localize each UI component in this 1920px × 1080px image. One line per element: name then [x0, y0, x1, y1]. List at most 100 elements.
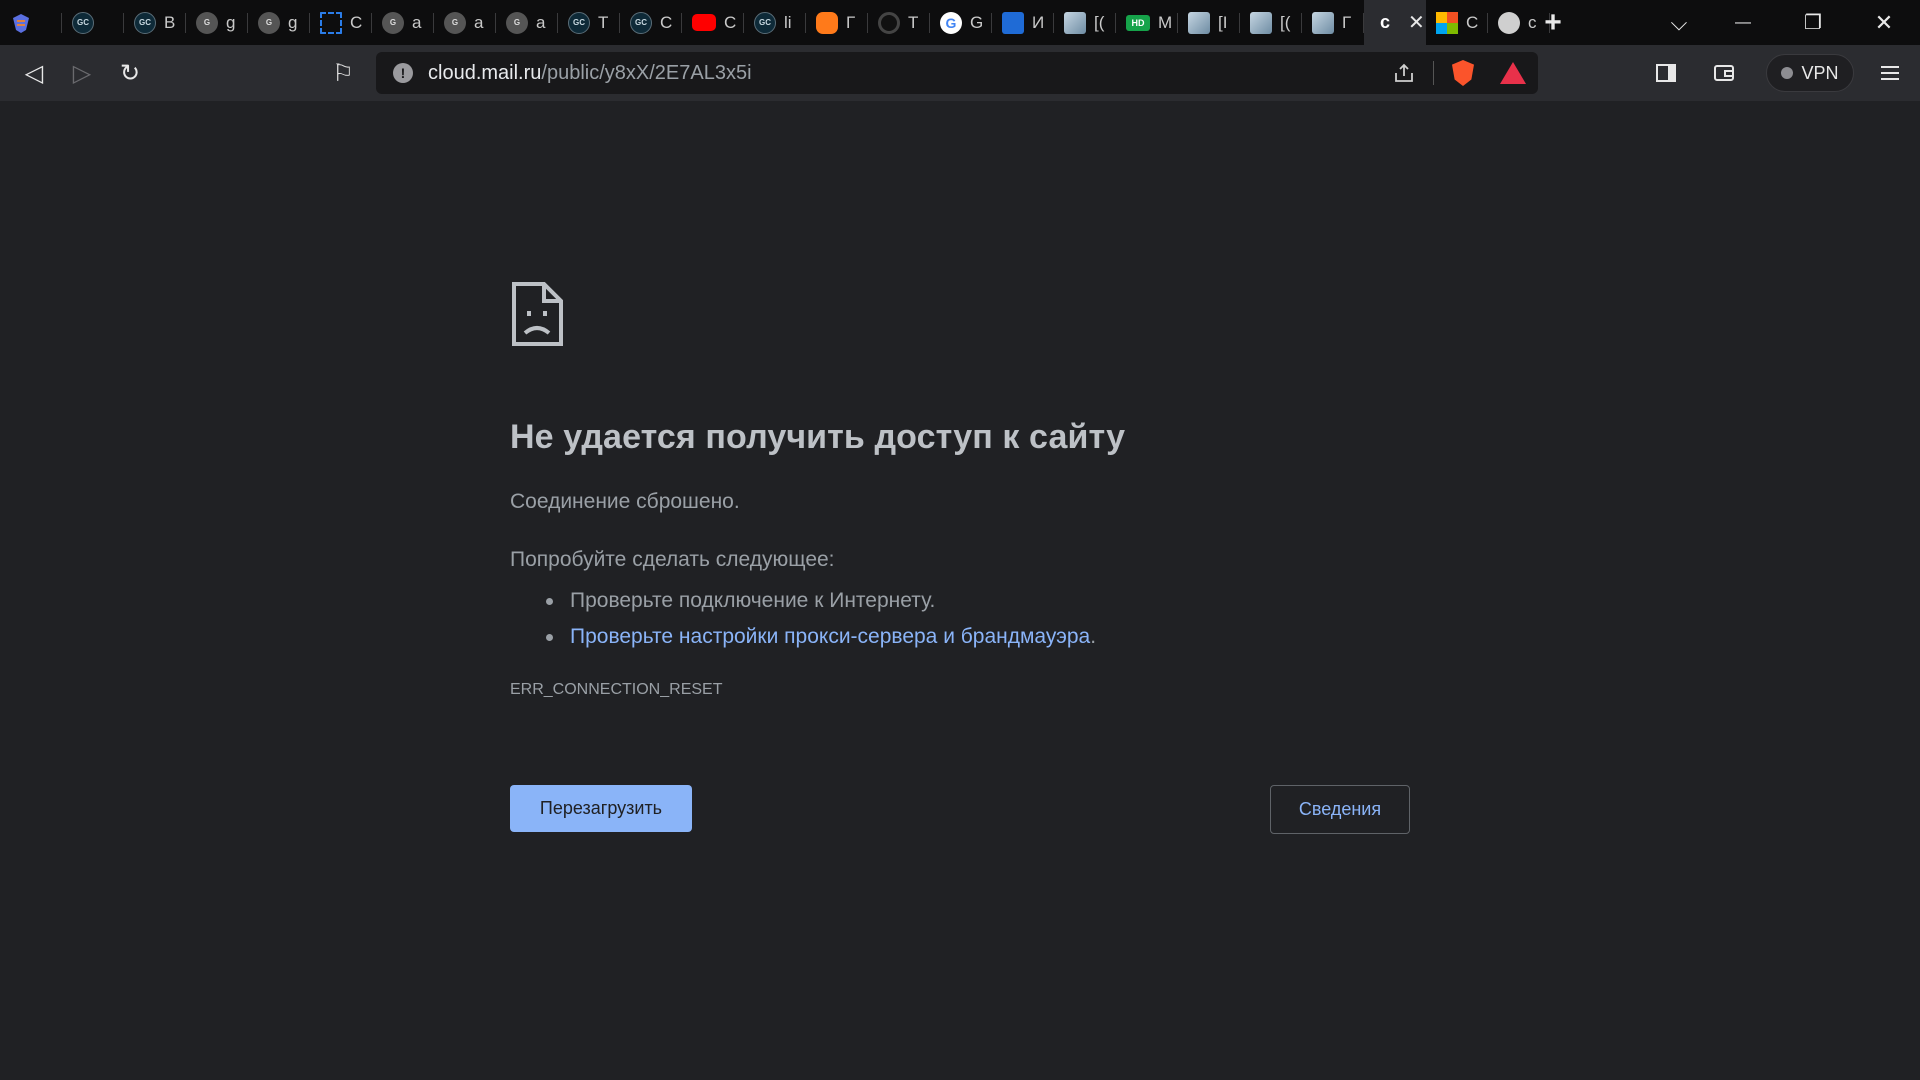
gc-icon: G [382, 11, 404, 34]
browser-tab[interactable]: GC li [744, 0, 806, 45]
tab-title: [( [1280, 12, 1291, 32]
gc-icon: GC [630, 11, 652, 34]
brave-shields-icon[interactable] [1438, 60, 1488, 86]
restore-button[interactable]: ❐ [1778, 0, 1848, 45]
browser-tab[interactable]: C [682, 0, 744, 45]
share-icon[interactable] [1379, 62, 1429, 84]
tab-search-button[interactable]: ⌵ [1650, 0, 1708, 45]
bookmark-button[interactable]: ⚐ [319, 49, 367, 97]
tab-title: g [288, 12, 298, 32]
hd-icon: HD [1126, 14, 1150, 31]
proxy-settings-link[interactable]: Проверьте настройки прокси-сервера и бра… [570, 625, 1090, 648]
gc-icon: GC [72, 11, 94, 34]
microsoft-icon [1436, 11, 1458, 34]
window-controls: ⌵ — ❐ ✕ [1650, 0, 1920, 45]
browser-tab[interactable]: T [868, 0, 930, 45]
suggestion-period: . [1090, 625, 1097, 648]
browser-tab[interactable]: Г [1302, 0, 1364, 45]
reload-button[interactable]: ↻ [106, 49, 154, 97]
browser-tab[interactable]: Ga [372, 0, 434, 45]
browser-tab[interactable]: [( [1240, 0, 1302, 45]
url-text[interactable]: cloud.mail.ru/public/y8xX/2E7AL3x5i [428, 62, 752, 85]
photo-icon [1064, 11, 1086, 34]
browser-tab[interactable]: HD M [1116, 0, 1178, 45]
vpn-status-icon [1781, 67, 1794, 79]
tab-strip-controls: + [1528, 0, 1578, 45]
browser-tab[interactable]: Ga [434, 0, 496, 45]
tab-title: a [536, 12, 546, 32]
new-tab-button[interactable]: + [1528, 0, 1578, 45]
tab-title: a [412, 12, 422, 32]
address-bar-divider [1433, 61, 1434, 85]
tab-title: Г [1342, 12, 1352, 32]
error-subtitle: Соединение сброшено. [510, 490, 740, 513]
browser-tab[interactable] [0, 0, 62, 45]
page-icon: c [1379, 12, 1390, 32]
youtube-icon [692, 14, 716, 31]
browser-tab[interactable]: GC B [124, 0, 186, 45]
brave-rewards-icon[interactable] [1488, 62, 1538, 84]
reload-page-button[interactable]: Перезагрузить [510, 785, 692, 832]
wallet-icon[interactable] [1700, 49, 1748, 97]
browser-tab[interactable]: GC T [558, 0, 620, 45]
browser-tab[interactable]: [( [1054, 0, 1116, 45]
toolbar-right-tools: VPN [1642, 45, 1920, 101]
browser-tab[interactable]: GG [930, 0, 992, 45]
sad-file-icon [512, 282, 563, 346]
suggestion-check-connection: Проверьте подключение к Интернету. [546, 583, 1096, 619]
minimize-button[interactable]: — [1708, 0, 1778, 45]
gc-icon: GC [568, 11, 590, 34]
browser-tab[interactable]: Gg [248, 0, 310, 45]
tab-title: G [970, 12, 984, 32]
gc-icon: GC [134, 11, 156, 34]
forward-button[interactable]: ▷ [58, 49, 106, 97]
tab-title: [I [1218, 12, 1228, 32]
selection-icon [320, 11, 342, 34]
photo-icon [1250, 11, 1272, 34]
vpn-button[interactable]: VPN [1766, 54, 1854, 92]
suggestion-text: Проверьте подключение к Интернету. [570, 589, 936, 612]
tab-title: g [226, 12, 236, 32]
sidebar-toggle-icon[interactable] [1642, 49, 1690, 97]
tab-title: C [724, 12, 737, 32]
tab-title: C [660, 12, 673, 32]
browser-tab[interactable]: GC C [620, 0, 682, 45]
tab-title: C [1466, 12, 1479, 32]
gc-icon: G [196, 11, 218, 34]
photo-icon [1188, 11, 1210, 34]
tab-title: [( [1094, 12, 1105, 32]
vpn-label: VPN [1801, 62, 1839, 83]
error-page: Не удается получить доступ к сайту Соеди… [0, 101, 1920, 1080]
gc-icon: GC [754, 11, 776, 34]
details-button[interactable]: Сведения [1270, 785, 1410, 834]
globe-icon [1498, 11, 1520, 34]
site-info-icon[interactable]: ! [393, 63, 413, 83]
gc-icon: G [506, 11, 528, 34]
tab-title: M [1158, 12, 1172, 32]
tab-title: C [350, 12, 363, 32]
browser-tab[interactable]: C [310, 0, 372, 45]
browser-tab[interactable]: GC [62, 0, 124, 45]
google-icon: G [940, 11, 962, 34]
browser-tab[interactable]: Ga [496, 0, 558, 45]
brave-logo-icon [10, 12, 32, 34]
browser-tab[interactable]: [I [1178, 0, 1240, 45]
tab-title: a [474, 12, 484, 32]
orange-app-icon [816, 11, 838, 34]
browser-chrome: GC GC B Gg Gg C Ga Ga Ga GC T GC C C GC li Г T G G И[(HD M [I[… [0, 0, 1920, 101]
close-window-button[interactable]: ✕ [1848, 0, 1920, 45]
browser-tab[interactable]: Г [806, 0, 868, 45]
suggestions-list: Проверьте подключение к Интернету. Прове… [546, 583, 1096, 655]
browser-tab[interactable]: C [1426, 0, 1488, 45]
close-tab-icon[interactable]: ✕ [1408, 10, 1425, 35]
menu-icon[interactable] [1866, 49, 1914, 97]
url-path: /public/y8xX/2E7AL3x5i [541, 61, 752, 84]
browser-tab[interactable]: И [992, 0, 1054, 45]
back-button[interactable]: ◁ [10, 49, 58, 97]
browser-tab[interactable]: Gg [186, 0, 248, 45]
ring-icon [878, 11, 900, 34]
address-bar[interactable]: ! cloud.mail.ru/public/y8xX/2E7AL3x5i [376, 52, 1538, 94]
browser-tab[interactable]: c ✕ [1364, 0, 1426, 45]
address-bar-actions [1379, 52, 1538, 94]
error-title: Не удается получить доступ к сайту [510, 418, 1126, 456]
